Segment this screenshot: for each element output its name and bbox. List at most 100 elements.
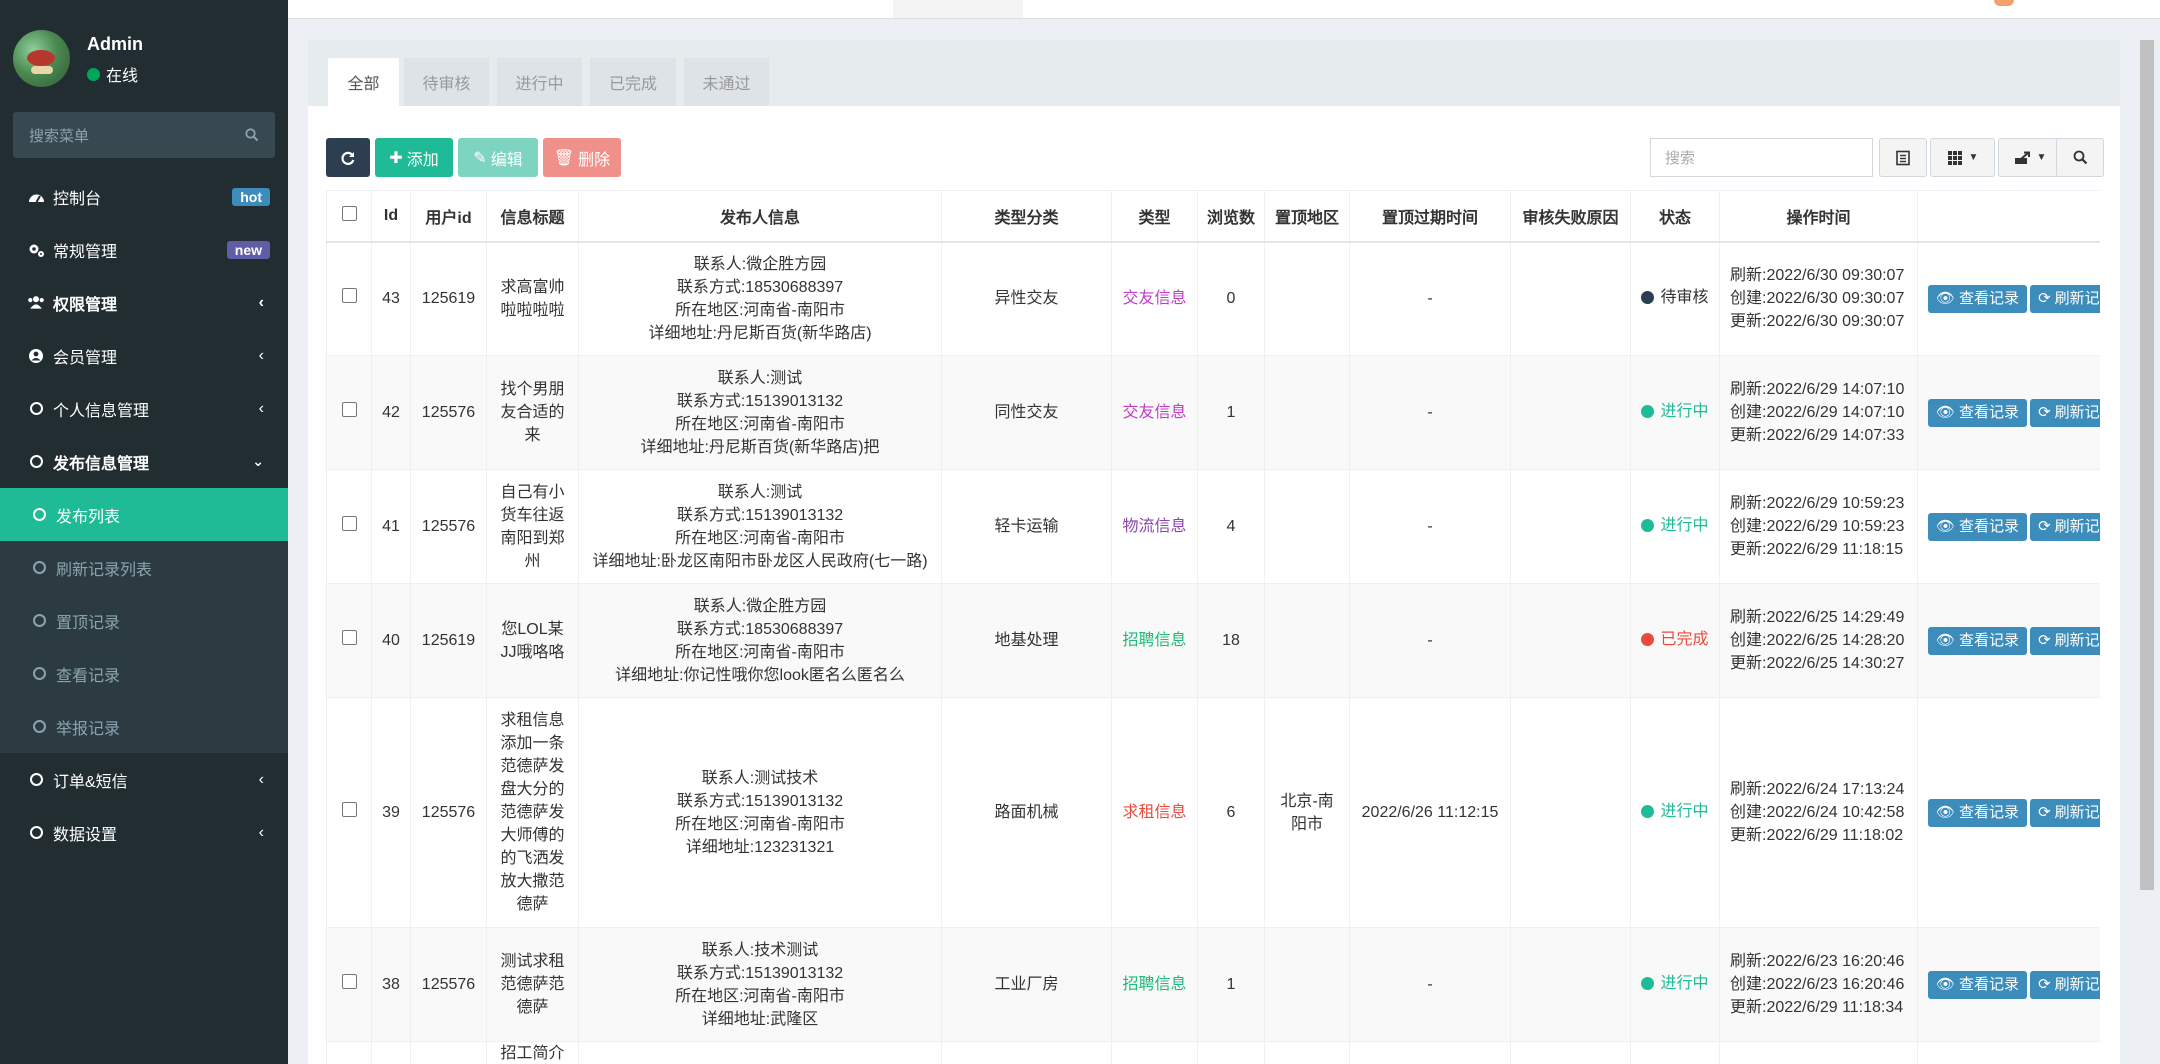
op-time-line: 更新:2022/6/29 11:18:15 (1730, 541, 1904, 558)
title-value: 找个男朋友合适的来 (500, 381, 565, 444)
publisher-line: 联系方式:18530688397 (676, 620, 844, 638)
page-scrollbar[interactable] (2140, 40, 2154, 890)
refresh-button[interactable] (326, 138, 370, 177)
sidebar-item-report-records[interactable]: 举报记录 (0, 700, 288, 753)
refresh-records-button[interactable]: ⟳刷新记录 (2030, 284, 2100, 313)
view-records-button[interactable]: 👁 查看记录 (1928, 512, 2028, 541)
tab-in-progress[interactable]: 进行中 (497, 58, 582, 106)
table-search-input[interactable]: 搜索 (1650, 138, 1873, 177)
cell-actions: 👁查看记录⟳刷新记录 (1917, 241, 2100, 356)
row-checkbox[interactable] (341, 288, 357, 304)
search-button[interactable] (2056, 138, 2104, 177)
sidebar-item-members[interactable]: 会员管理 ‹ (0, 329, 288, 382)
menu-search-input[interactable]: 搜索菜单 (13, 112, 275, 158)
search-icon[interactable] (245, 128, 259, 142)
top-user-avatar[interactable] (1994, 0, 2014, 6)
sidebar-item-data-settings[interactable]: 数据设置 ‹ (0, 806, 288, 859)
sidebar-item-label: 订单&短信 (53, 773, 128, 791)
col-header-id[interactable]: Id (371, 190, 411, 243)
edit-button[interactable]: ✎ 编辑 (458, 138, 538, 177)
sidebar-item-top-records[interactable]: 置顶记录 (0, 594, 288, 647)
columns-button[interactable]: ▼ (1930, 138, 1995, 177)
table-row[interactable]: 招工简介 (326, 1041, 2100, 1064)
refresh-records-button[interactable]: ⟳刷新记录 (2030, 512, 2100, 541)
row-checkbox[interactable] (341, 802, 357, 817)
col-header-top-expire[interactable]: 置顶过期时间 (1349, 190, 1511, 243)
col-header-category[interactable]: 类型分类 (941, 190, 1112, 243)
col-header-views[interactable]: 浏览数 (1197, 190, 1265, 243)
row-checkbox[interactable] (341, 402, 357, 417)
cell-top-expire: 2022/6/26 11:12:15 (1349, 697, 1511, 928)
view-records-button[interactable]: 👁 查看记录 (1928, 970, 2028, 999)
sidebar-item-general[interactable]: 常规管理 new (0, 223, 288, 276)
publisher-line: 联系方式:15139013132 (676, 792, 844, 810)
delete-button[interactable]: 🗑 删除 (543, 138, 621, 177)
view-records-button[interactable]: 👁 查看记录 (1928, 626, 2028, 655)
type-value: 招聘信息 (1122, 632, 1187, 649)
row-checkbox[interactable] (341, 974, 357, 989)
cell-publisher: 联系人:测试 联系方式:15139013132 所在地区:河南省-南阳市 详细地址:卧… (578, 469, 942, 584)
col-header-status[interactable]: 状态 (1630, 190, 1720, 243)
col-header-user-id[interactable]: 用户id (410, 190, 487, 243)
top-navbar (288, 0, 2160, 19)
pencil-icon: ✎ (473, 149, 487, 167)
sidebar-item-permissions[interactable]: 权限管理 ‹ (0, 276, 288, 329)
cell-actions: 👁查看记录⟳刷新记录 (1917, 927, 2100, 1042)
cell-status: 已完成 (1630, 583, 1720, 698)
row-select-cell (326, 355, 372, 470)
status-label: 进行中 (1660, 975, 1709, 992)
refresh-records-button[interactable]: ⟳刷新记录 (2030, 970, 2100, 999)
add-button[interactable]: ✚ 添加 (375, 138, 453, 177)
sidebar-item-publish-list[interactable]: 发布列表 (0, 488, 288, 541)
select-all-checkbox[interactable] (341, 205, 357, 221)
status-dot-icon (1641, 519, 1655, 532)
view-records-button[interactable]: 👁 查看记录 (1928, 798, 2028, 827)
toggle-view-button[interactable] (1879, 138, 1927, 177)
refresh-records-button[interactable]: ⟳刷新记录 (2030, 398, 2100, 427)
table-row[interactable]: 42 125576 找个男朋友合适的来 联系人:测试 联系方式:15139013132 所… (326, 355, 2100, 470)
col-header-publisher[interactable]: 发布人信息 (578, 190, 942, 243)
table-row[interactable]: 40 125619 您LOL某JJ哦咯咯 联系人:微企胜方园 联系方式:18530688… (326, 583, 2100, 698)
sidebar-item-refresh-records[interactable]: 刷新记录列表 (0, 541, 288, 594)
sidebar-item-dashboard[interactable]: 控制台 hot (0, 170, 288, 223)
status-badge: 进行中 (1641, 514, 1709, 537)
status-dot-icon (1641, 633, 1655, 646)
cell-top-area: 北京-南阳市 (1264, 697, 1350, 928)
row-checkbox[interactable] (341, 630, 357, 645)
table-row[interactable]: 39 125576 求租信息添加一条范德萨发盘大分的范德萨发大师傅的的飞洒发放大撒范… (326, 697, 2100, 928)
row-checkbox[interactable] (341, 516, 357, 531)
sidebar-item-publish-info[interactable]: 发布信息管理 ⌄ (0, 435, 288, 488)
cell-reject-reason (1510, 697, 1631, 928)
tab-completed[interactable]: 已完成 (590, 58, 676, 106)
table-row[interactable]: 43 125619 求高富帅啦啦啦啦 联系人:微企胜方园 联系方式:1853068839… (326, 241, 2100, 356)
sidebar-item-label: 发布列表 (56, 508, 121, 526)
cell-title: 求租信息添加一条范德萨发盘大分的范德萨发大师傅的的飞洒发放大撒范德萨 (486, 697, 579, 928)
dashboard-icon (27, 188, 45, 206)
sidebar-item-personal-info[interactable]: 个人信息管理 ‹ (0, 382, 288, 435)
refresh-records-button[interactable]: ⟳刷新记录 (2030, 798, 2100, 827)
view-records-button[interactable]: 👁 查看记录 (1928, 398, 2028, 427)
view-records-button[interactable]: 👁 查看记录 (1928, 284, 2028, 313)
col-header-type[interactable]: 类型 (1111, 190, 1198, 243)
publisher-line: 联系人:微企胜方园 (693, 255, 827, 273)
cell-id (371, 1041, 411, 1064)
table-search-placeholder: 搜索 (1665, 150, 1696, 167)
id-value: 38 (382, 976, 400, 993)
col-header-reject-reason[interactable]: 审核失败原因 (1510, 190, 1631, 243)
col-header-op-time[interactable]: 操作时间 (1719, 190, 1918, 243)
tab-all[interactable]: 全部 (328, 58, 399, 106)
cell-top-area (1264, 241, 1350, 356)
op-time-line: 更新:2022/6/25 14:30:27 (1730, 655, 1905, 672)
sidebar-item-view-records[interactable]: 查看记录 (0, 647, 288, 700)
refresh-records-button[interactable]: ⟳刷新记录 (2030, 626, 2100, 655)
export-button[interactable]: ▼ (1998, 138, 2062, 177)
cell-top-expire (1349, 1041, 1511, 1064)
col-header-title[interactable]: 信息标题 (486, 190, 579, 243)
col-header-top-area[interactable]: 置顶地区 (1264, 190, 1350, 243)
tab-rejected[interactable]: 未通过 (684, 58, 769, 106)
tab-pending[interactable]: 待审核 (404, 58, 489, 106)
top-nav-tab[interactable] (893, 0, 1023, 18)
table-row[interactable]: 38 125576 测试求租范德萨范德萨 联系人:技术测试 联系方式:151390131… (326, 927, 2100, 1042)
table-row[interactable]: 41 125576 自己有小货车往返南阳到郑州 联系人:测试 联系方式:15139013… (326, 469, 2100, 584)
sidebar-item-orders-sms[interactable]: 订单&短信 ‹ (0, 753, 288, 806)
